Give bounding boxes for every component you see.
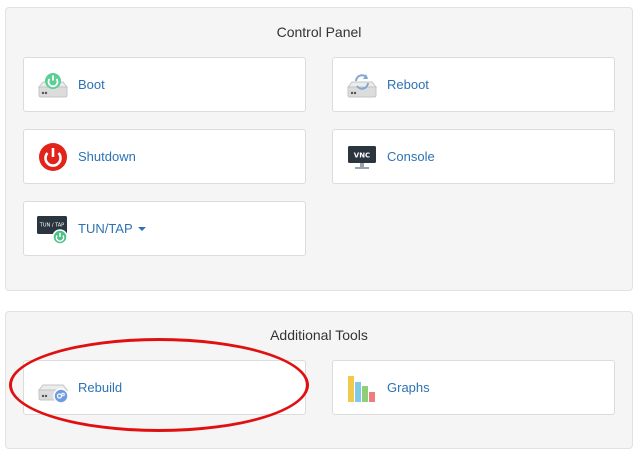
rebuild-button[interactable]: Rebuild xyxy=(23,360,306,415)
control-panel-title: Control Panel xyxy=(276,24,362,40)
reboot-button[interactable]: Reboot xyxy=(332,57,615,112)
console-button[interactable]: VNC Console xyxy=(332,129,615,184)
caret-down-icon xyxy=(137,227,146,231)
rebuild-label: Rebuild xyxy=(78,380,123,395)
control-panel: Control Panel Boot Reboot Shutdown VNC C… xyxy=(5,7,633,291)
vnc-console-icon: VNC xyxy=(348,146,376,169)
shutdown-button[interactable]: Shutdown xyxy=(23,129,306,184)
rebuild-server-icon xyxy=(37,384,69,404)
additional-tools-title: Additional Tools xyxy=(270,327,368,343)
graphs-button[interactable]: Graphs xyxy=(332,360,615,415)
boot-label: Boot xyxy=(78,77,105,92)
tun-tap-icon: TUN / TAP xyxy=(37,216,68,245)
power-icon xyxy=(39,143,67,171)
tun-tap-dropdown-button[interactable]: TUN / TAP TUN/TAP xyxy=(23,201,306,256)
tun-tap-text: TUN/TAP xyxy=(78,221,133,236)
boot-server-icon xyxy=(37,73,69,98)
graphs-label: Graphs xyxy=(387,380,430,395)
tun-tap-label: TUN/TAP xyxy=(78,221,146,236)
shutdown-label: Shutdown xyxy=(78,149,136,164)
vnc-icon-text: VNC xyxy=(354,152,370,160)
reboot-label: Reboot xyxy=(387,77,429,92)
bar-chart-icon xyxy=(348,376,375,402)
additional-tools-panel: Additional Tools Rebuild Graphs xyxy=(5,311,633,449)
boot-button[interactable]: Boot xyxy=(23,57,306,112)
tun-tap-icon-text: TUN / TAP xyxy=(39,223,64,229)
reboot-server-icon xyxy=(346,74,378,98)
console-label: Console xyxy=(387,149,435,164)
